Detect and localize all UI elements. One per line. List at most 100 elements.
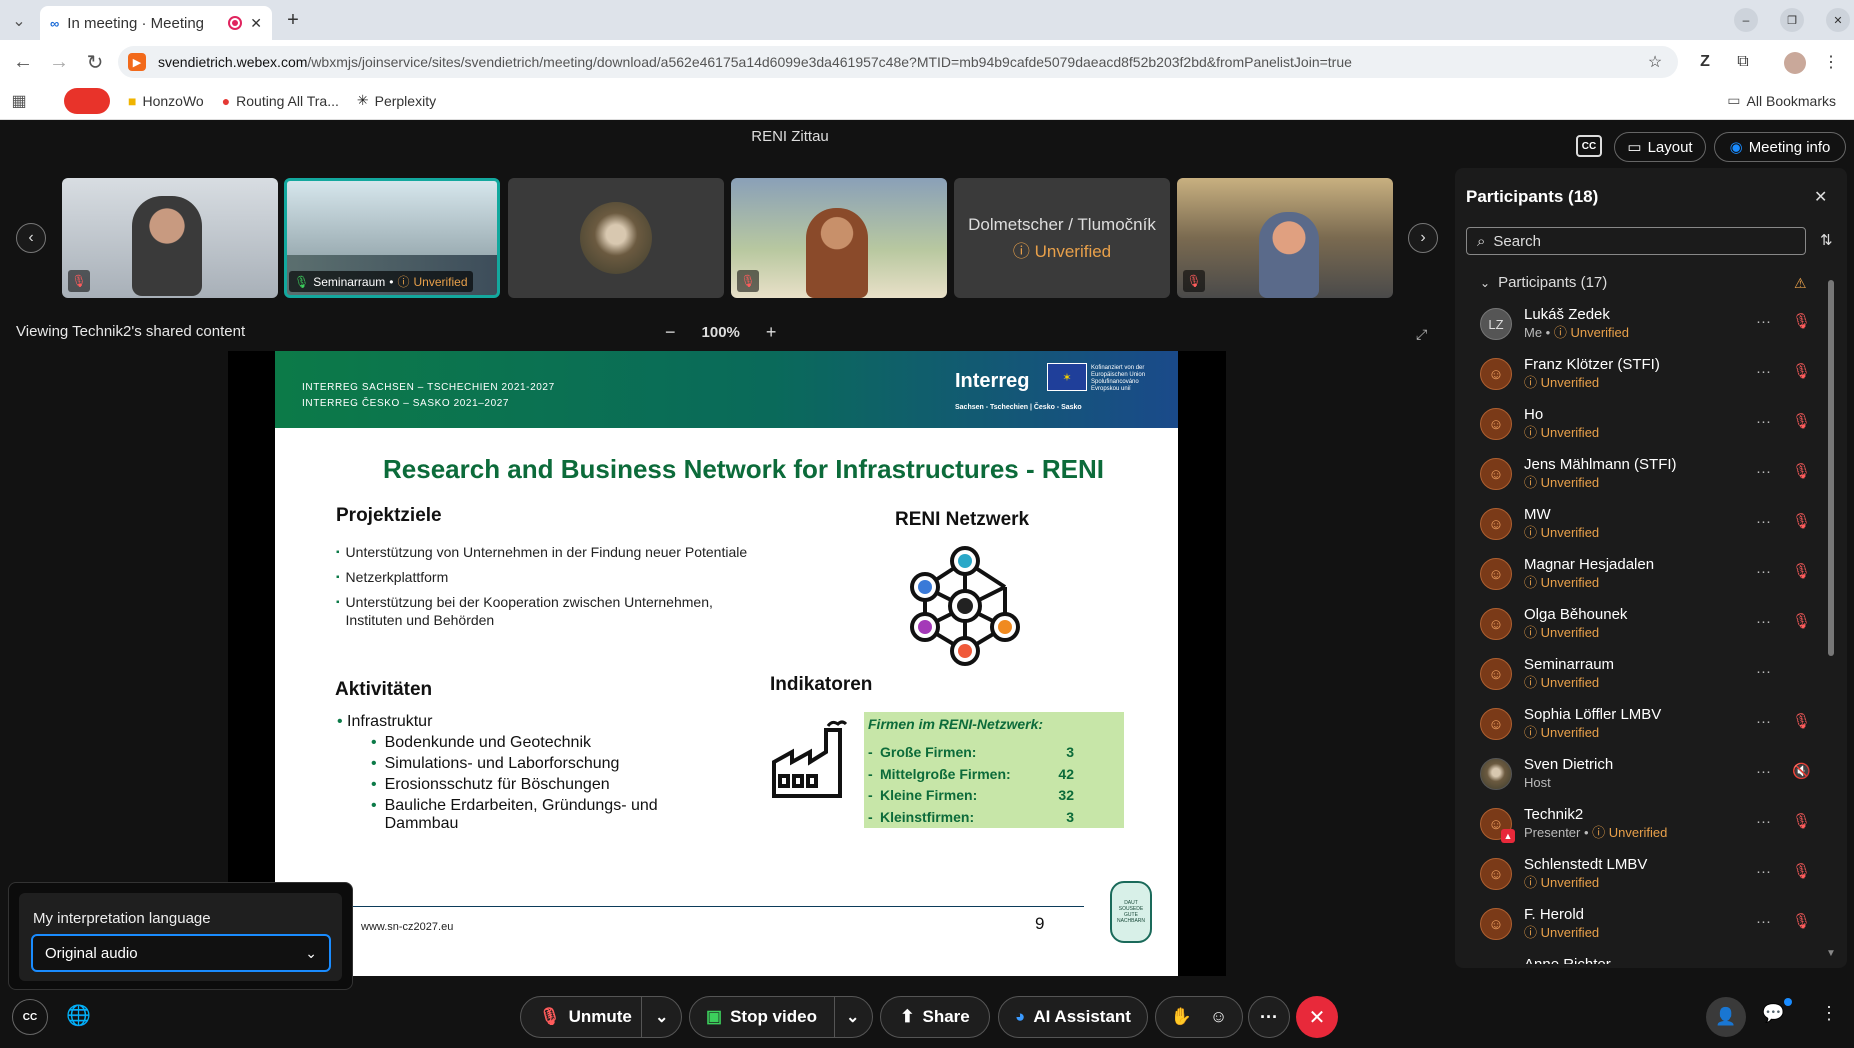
participant-row[interactable]: ☺ Olga Běhounek ⓘ Unverified ··· 🎙 — [1480, 599, 1820, 649]
participants-scrollbar[interactable] — [1828, 280, 1834, 656]
status-text: Unverified — [1540, 375, 1600, 390]
participants-search-input[interactable]: ⌕ Search — [1466, 227, 1806, 255]
browser-tab[interactable]: ∞ In meeting · Meeting ✕ — [40, 6, 272, 40]
new-tab-icon[interactable]: + — [278, 5, 308, 35]
more-options-icon[interactable]: ··· — [1756, 663, 1771, 680]
more-options-icon[interactable]: ··· — [1756, 763, 1771, 780]
bookmark-perplexity[interactable]: ✳ Perplexity — [357, 92, 436, 109]
sort-icon[interactable]: ⇅ — [1820, 231, 1833, 249]
muted-mic-icon[interactable]: 🎙 — [1792, 862, 1811, 880]
close-panel-icon[interactable]: ✕ — [1814, 187, 1827, 207]
scroll-down-icon[interactable]: ▼ — [1826, 948, 1836, 959]
muted-mic-icon[interactable]: 🎙 — [1792, 412, 1811, 430]
restore-icon[interactable]: ❐ — [1780, 8, 1804, 32]
muted-mic-icon[interactable]: 🎙 — [1792, 812, 1811, 830]
captions-icon[interactable]: CC — [12, 999, 48, 1035]
bookmark-honzowo[interactable]: ■ HonzoWo — [128, 93, 204, 109]
participant-row-partial[interactable]: Anne Richter — [1480, 954, 1820, 964]
participant-row[interactable]: ☺ ▲ Technik2 Presenter • ⓘ Unverified ···… — [1480, 799, 1820, 849]
video-thumbnail-4[interactable]: 🎙 — [731, 178, 947, 298]
emoji-reaction-icon[interactable]: ☺ — [1210, 1007, 1227, 1027]
thumbnails-prev-icon[interactable]: ‹ — [16, 223, 46, 253]
muted-mic-icon[interactable]: 🎙 — [1792, 912, 1811, 930]
more-options-icon[interactable]: ··· — [1756, 813, 1771, 830]
apps-grid-icon[interactable]: ▦ — [4, 86, 34, 116]
more-options-icon[interactable]: ··· — [1248, 996, 1290, 1038]
back-icon[interactable]: ← — [8, 47, 38, 77]
window-close-icon[interactable]: ✕ — [1826, 8, 1850, 32]
address-bar[interactable]: ▶ svendietrich.webex.com/wbxmjs/joinserv… — [118, 46, 1678, 78]
video-thumbnail-3[interactable] — [508, 178, 724, 298]
bookmark-routing[interactable]: ● Routing All Tra... — [222, 93, 339, 109]
participant-row[interactable]: ☺ Seminarraum ⓘ Unverified ··· — [1480, 649, 1820, 699]
chat-icon[interactable]: 💬 — [1762, 1003, 1784, 1024]
more-options-icon[interactable]: ··· — [1756, 313, 1771, 330]
participant-row[interactable]: Sven Dietrich Host ··· 🔇 — [1480, 749, 1820, 799]
muted-mic-icon[interactable]: 🎙 — [1792, 362, 1811, 380]
tab-search-icon[interactable]: ⌄ — [4, 6, 34, 36]
video-thumbnail-6[interactable]: 🎙 — [1177, 178, 1393, 298]
muted-mic-icon[interactable]: 🎙 — [1792, 512, 1811, 530]
layout-button[interactable]: ▭ Layout — [1614, 132, 1706, 162]
unverified-users-icon[interactable]: ⚠ — [1794, 275, 1807, 292]
muted-mic-icon[interactable]: 🎙 — [1792, 712, 1811, 730]
all-bookmarks[interactable]: ▭ All Bookmarks — [1727, 92, 1836, 109]
fullscreen-icon[interactable]: ⤢ — [1416, 326, 1427, 343]
zoom-in-icon[interactable]: + — [766, 322, 777, 343]
participant-row[interactable]: ☺ Franz Klötzer (STFI) ⓘ Unverified ··· 🎙 — [1480, 349, 1820, 399]
participants-group-header[interactable]: ⌄ Participants (17) — [1480, 274, 1607, 291]
extensions-icon[interactable]: ⧉ — [1728, 47, 1758, 77]
minimize-icon[interactable]: – — [1734, 8, 1758, 32]
more-options-icon[interactable]: ··· — [1756, 863, 1771, 880]
chevron-down-icon[interactable]: ⌄ — [655, 1007, 668, 1027]
participant-row[interactable]: ☺ Sophia Löffler LMBV ⓘ Unverified ··· 🎙 — [1480, 699, 1820, 749]
chrome-menu-icon[interactable]: ⋮ — [1816, 47, 1846, 77]
participant-row[interactable]: ☺ Jens Mählmann (STFI) ⓘ Unverified ··· 🎙 — [1480, 449, 1820, 499]
participant-row[interactable]: ☺ Ho ⓘ Unverified ··· 🎙 — [1480, 399, 1820, 449]
more-options-icon[interactable]: ··· — [1756, 713, 1771, 730]
more-options-icon[interactable]: ··· — [1756, 413, 1771, 430]
video-thumbnail-1[interactable]: 🎙 — [62, 178, 278, 298]
unmute-button[interactable]: 🎙 Unmute ⌄ — [520, 996, 682, 1038]
raise-hand-icon[interactable]: ✋ — [1171, 1007, 1192, 1027]
language-globe-icon[interactable]: 🌐 — [66, 1003, 91, 1028]
participant-row[interactable]: ☺ Schlenstedt LMBV ⓘ Unverified ··· 🎙 — [1480, 849, 1820, 899]
more-options-icon[interactable]: ··· — [1756, 613, 1771, 630]
meeting-info-button[interactable]: ◉ Meeting info — [1714, 132, 1846, 162]
thumbnails-next-icon[interactable]: › — [1408, 223, 1438, 253]
profile-avatar[interactable] — [1784, 52, 1806, 74]
extension-z-icon[interactable]: Z — [1690, 47, 1720, 77]
participant-row[interactable]: LZ Lukáš Zedek Me • ⓘ Unverified ··· 🎙 — [1480, 299, 1820, 349]
more-options-icon[interactable]: ··· — [1756, 363, 1771, 380]
muted-mic-icon[interactable]: 🎙 — [1792, 612, 1811, 630]
interpretation-language-select[interactable]: Original audio ⌄ — [31, 934, 331, 972]
leave-meeting-icon[interactable]: ✕ — [1296, 996, 1338, 1038]
participants-toggle-icon[interactable]: 👤 — [1706, 997, 1746, 1037]
participant-row[interactable]: ☺ F. Herold ⓘ Unverified ··· 🎙 — [1480, 899, 1820, 949]
video-thumbnail-seminarraum[interactable]: 🎙 Seminarraum • ⓘ Unverified — [284, 178, 500, 298]
bookmark-star-icon[interactable]: ☆ — [1640, 47, 1670, 77]
speaker-muted-icon[interactable]: 🔇 — [1792, 762, 1811, 780]
stop-video-button[interactable]: ▣ Stop video ⌄ — [689, 996, 873, 1038]
closed-captions-icon[interactable]: CC — [1576, 135, 1602, 157]
panel-more-icon[interactable]: ⋮ — [1820, 1003, 1838, 1024]
more-options-icon[interactable]: ··· — [1756, 913, 1771, 930]
share-button[interactable]: ⬆ Share — [880, 996, 990, 1038]
reload-icon[interactable]: ↻ — [80, 47, 110, 77]
ai-assistant-button[interactable]: ◕ AI Assistant — [998, 996, 1148, 1038]
participant-row[interactable]: ☺ MW ⓘ Unverified ··· 🎙 — [1480, 499, 1820, 549]
more-options-icon[interactable]: ··· — [1756, 563, 1771, 580]
bookmark-logo-icon[interactable] — [64, 87, 110, 114]
participant-row[interactable]: ☺ Magnar Hesjadalen ⓘ Unverified ··· 🎙 — [1480, 549, 1820, 599]
forward-icon[interactable]: → — [44, 47, 74, 77]
zoom-out-icon[interactable]: − — [665, 322, 676, 343]
site-info-icon[interactable]: ▶ — [128, 53, 146, 71]
video-thumbnail-dolmetscher[interactable]: Dolmetscher / Tlumočník ⓘ Unverified — [954, 178, 1170, 298]
tab-close-icon[interactable]: ✕ — [250, 15, 262, 32]
muted-mic-icon[interactable]: 🎙 — [1792, 462, 1811, 480]
muted-mic-icon[interactable]: 🎙 — [1792, 312, 1811, 330]
muted-mic-icon[interactable]: 🎙 — [1792, 562, 1811, 580]
chevron-down-icon[interactable]: ⌄ — [846, 1007, 859, 1027]
more-options-icon[interactable]: ··· — [1756, 463, 1771, 480]
more-options-icon[interactable]: ··· — [1756, 513, 1771, 530]
